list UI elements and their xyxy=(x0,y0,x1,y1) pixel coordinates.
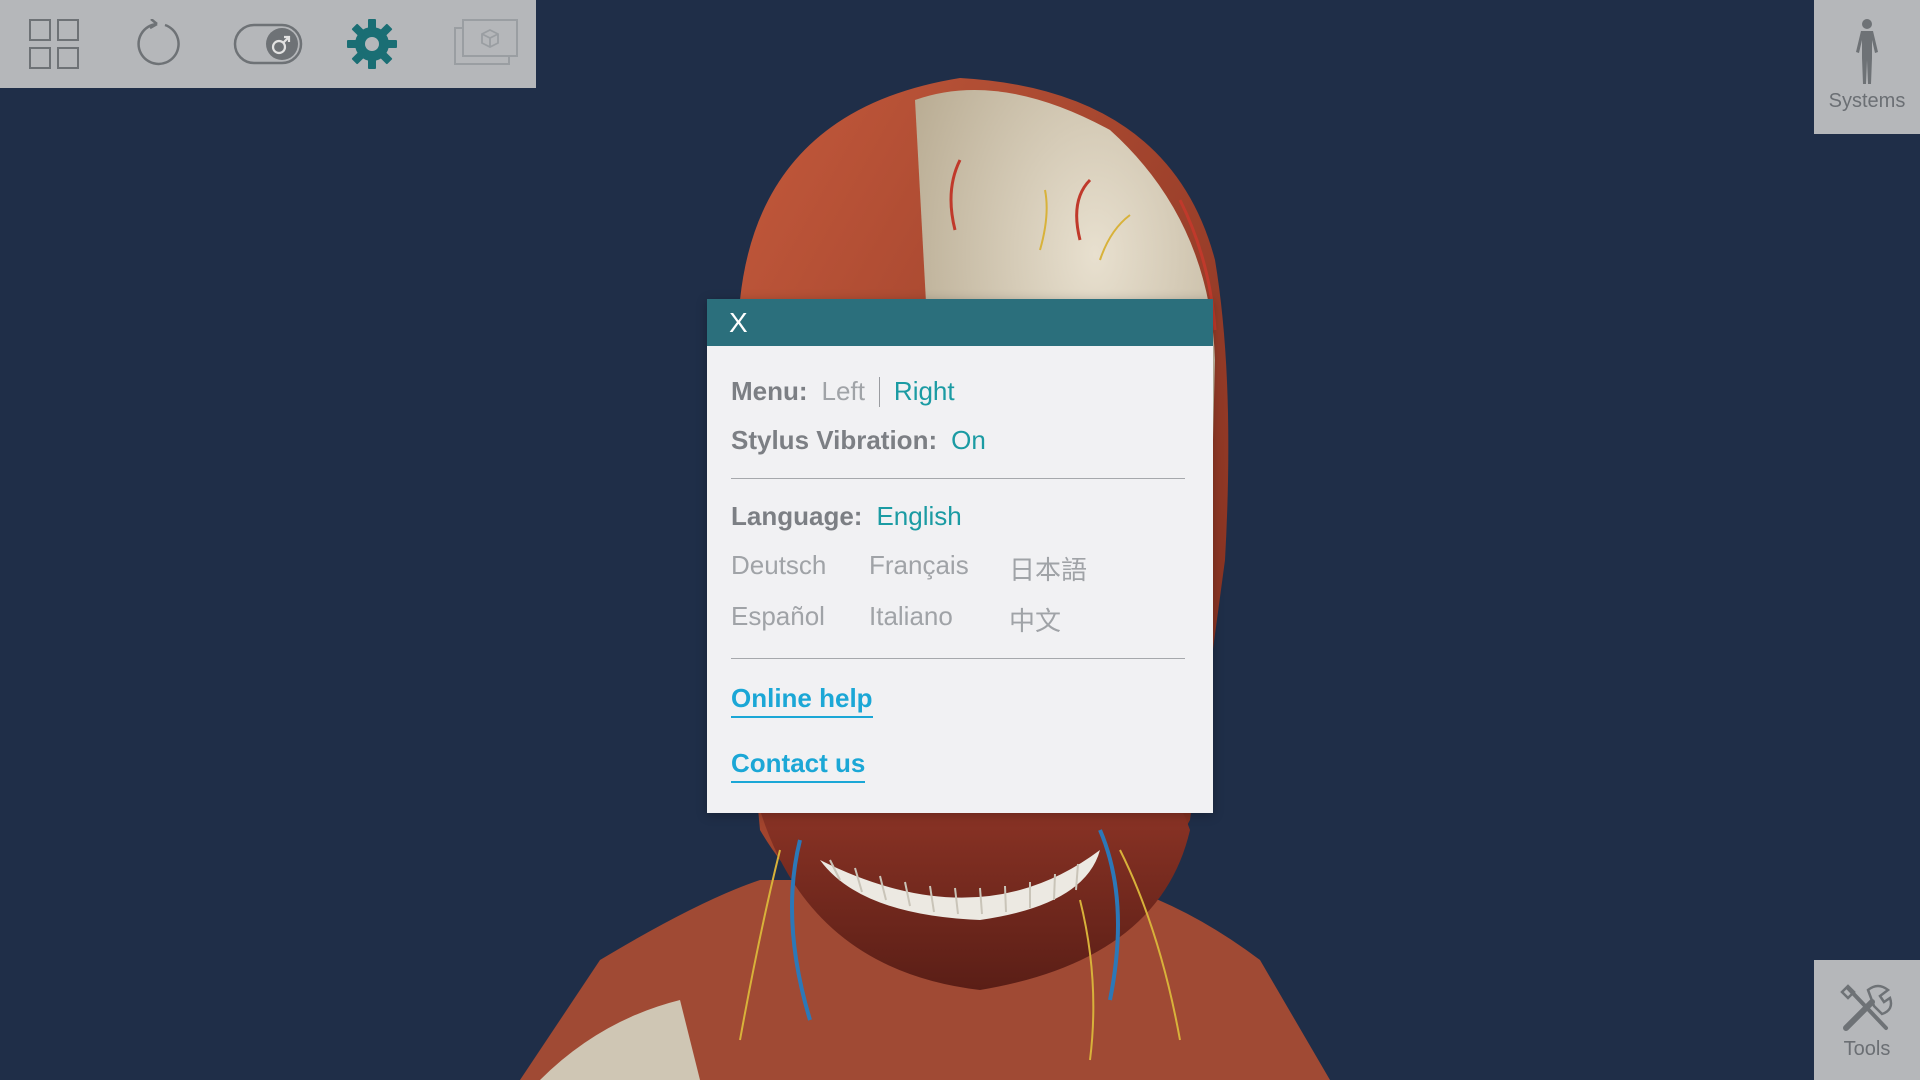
language-setting-row: Language: English xyxy=(731,501,1185,532)
language-option-italiano[interactable]: Italiano xyxy=(869,601,1009,638)
settings-button[interactable] xyxy=(322,0,422,88)
settings-gear-icon xyxy=(347,19,397,69)
menu-label: Menu: xyxy=(731,376,808,406)
tools-label: Tools xyxy=(1843,1038,1891,1060)
screen-view-icon xyxy=(454,19,518,65)
tools-icon xyxy=(1840,984,1893,1031)
settings-dialog: X Menu: Left Right Stylus Vibration: On … xyxy=(707,299,1213,813)
language-current[interactable]: English xyxy=(876,501,961,532)
vibration-setting-row: Stylus Vibration: On xyxy=(731,425,1185,456)
menu-option-left[interactable]: Left xyxy=(822,376,865,407)
vibration-label: Stylus Vibration: xyxy=(731,425,938,455)
dialog-body: Menu: Left Right Stylus Vibration: On La… xyxy=(707,376,1213,783)
language-option-japanese[interactable]: 日本語 xyxy=(1009,550,1129,587)
dialog-header: X xyxy=(707,299,1213,346)
menu-setting-row: Menu: Left Right xyxy=(731,376,1185,407)
reset-rotate-button[interactable] xyxy=(110,0,210,88)
online-help-row: Online help xyxy=(731,683,1185,718)
grid-icon xyxy=(29,19,79,69)
divider xyxy=(731,478,1185,479)
systems-label: Systems xyxy=(1828,90,1906,112)
menu-separator xyxy=(878,376,880,407)
language-option-chinese[interactable]: 中文 xyxy=(1009,601,1129,638)
top-toolbar xyxy=(0,0,536,88)
divider xyxy=(731,658,1185,659)
online-help-link[interactable]: Online help xyxy=(731,683,873,718)
vibration-toggle[interactable]: On xyxy=(951,425,986,456)
contact-row: Contact us xyxy=(731,748,1185,783)
language-option-deutsch[interactable]: Deutsch xyxy=(731,550,869,587)
systems-button[interactable]: Systems xyxy=(1814,0,1920,134)
reset-rotate-icon xyxy=(137,19,180,66)
human-figure-icon xyxy=(1856,19,1878,84)
screen-view-button[interactable] xyxy=(436,0,536,88)
language-option-francais[interactable]: Français xyxy=(869,550,1009,587)
grid-button[interactable] xyxy=(4,0,104,88)
menu-option-right[interactable]: Right xyxy=(894,376,955,407)
close-button[interactable]: X xyxy=(729,308,748,337)
gender-toggle-icon xyxy=(233,23,303,65)
gender-toggle-button[interactable] xyxy=(218,0,318,88)
language-options: Deutsch Français 日本語 Español Italiano 中文 xyxy=(731,550,1185,638)
contact-us-link[interactable]: Contact us xyxy=(731,748,866,783)
language-label: Language: xyxy=(731,501,863,531)
tools-button[interactable]: Tools xyxy=(1814,960,1920,1080)
language-option-espanol[interactable]: Español xyxy=(731,601,869,638)
app-stage: Systems Tools X Menu: Left Right Stylus … xyxy=(0,0,1920,1080)
